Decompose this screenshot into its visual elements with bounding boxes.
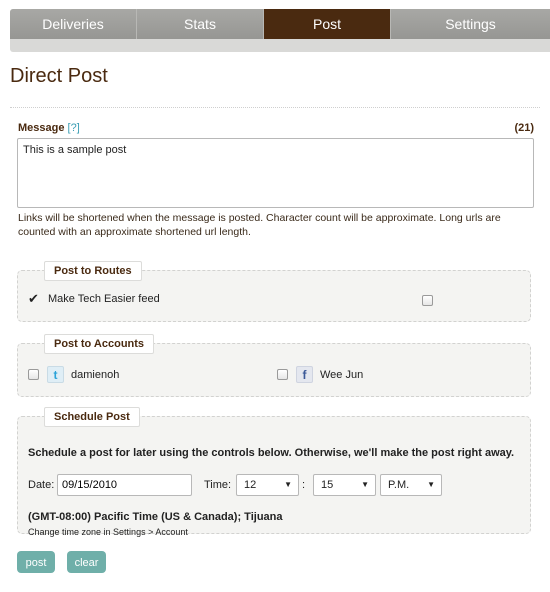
message-help-link[interactable]: [?] xyxy=(68,122,80,134)
message-label: Message [?] xyxy=(18,122,80,134)
tab-post[interactable]: Post xyxy=(264,9,391,39)
message-label-text: Message xyxy=(18,122,65,134)
account-checkbox[interactable] xyxy=(277,369,288,380)
message-note: Links will be shortened when the message… xyxy=(18,212,501,238)
accounts-panel: Post to Accounts t damienoh f Wee Jun xyxy=(17,334,531,397)
schedule-panel: Schedule Post Schedule a post for later … xyxy=(17,407,531,537)
date-label: Date: xyxy=(28,479,55,491)
account-label: Wee Jun xyxy=(320,368,364,381)
route-label: Make Tech Easier feed xyxy=(48,293,160,305)
chevron-down-icon: ▼ xyxy=(361,480,369,489)
time-separator: : xyxy=(302,479,306,491)
page-title: Direct Post xyxy=(10,65,108,87)
timezone-name: (GMT-08:00) Pacific Time (US & Canada); … xyxy=(28,511,283,523)
message-textarea[interactable]: This is a sample post xyxy=(17,138,534,208)
schedule-legend: Schedule Post xyxy=(44,407,140,427)
clear-button[interactable]: clear xyxy=(67,551,106,573)
routes-legend: Post to Routes xyxy=(44,261,142,281)
route-item-make-tech-easier[interactable]: ✔ Make Tech Easier feed xyxy=(28,292,160,305)
tab-deliveries[interactable]: Deliveries xyxy=(10,9,137,39)
account-item-wee-jun[interactable]: f Wee Jun xyxy=(277,366,363,383)
ampm-value: P.M. xyxy=(388,479,410,491)
chevron-down-icon: ▼ xyxy=(284,480,292,489)
account-label: damienoh xyxy=(71,368,120,381)
route-item-empty[interactable] xyxy=(422,295,433,306)
ampm-select[interactable]: P.M. ▼ xyxy=(380,474,442,496)
date-input[interactable] xyxy=(57,474,192,496)
post-button[interactable]: post xyxy=(17,551,55,573)
timezone-hint: Change time zone in Settings > Account xyxy=(28,527,188,537)
hour-value: 12 xyxy=(244,479,257,491)
chevron-down-icon: ▼ xyxy=(427,480,435,489)
route-checkbox[interactable] xyxy=(422,295,433,306)
accounts-legend: Post to Accounts xyxy=(44,334,155,354)
title-divider xyxy=(10,107,540,108)
facebook-icon: f xyxy=(296,366,313,383)
character-count: (21) xyxy=(514,122,534,134)
route-checkbox-checked[interactable]: ✔ xyxy=(28,292,39,305)
routes-panel: Post to Routes ✔ Make Tech Easier feed xyxy=(17,261,531,322)
tab-list: Deliveries Stats Post Settings xyxy=(10,9,550,39)
schedule-description: Schedule a post for later using the cont… xyxy=(28,447,515,459)
hour-select[interactable]: 12 ▼ xyxy=(236,474,299,496)
account-checkbox[interactable] xyxy=(28,369,39,380)
tab-bar: Deliveries Stats Post Settings xyxy=(10,9,550,52)
tab-stats[interactable]: Stats xyxy=(137,9,264,39)
tab-settings[interactable]: Settings xyxy=(391,9,550,39)
twitter-icon: t xyxy=(47,366,64,383)
time-label: Time: xyxy=(204,479,232,491)
minute-select[interactable]: 15 ▼ xyxy=(313,474,376,496)
minute-value: 15 xyxy=(321,479,334,491)
account-item-damienoh[interactable]: t damienoh xyxy=(28,366,119,383)
